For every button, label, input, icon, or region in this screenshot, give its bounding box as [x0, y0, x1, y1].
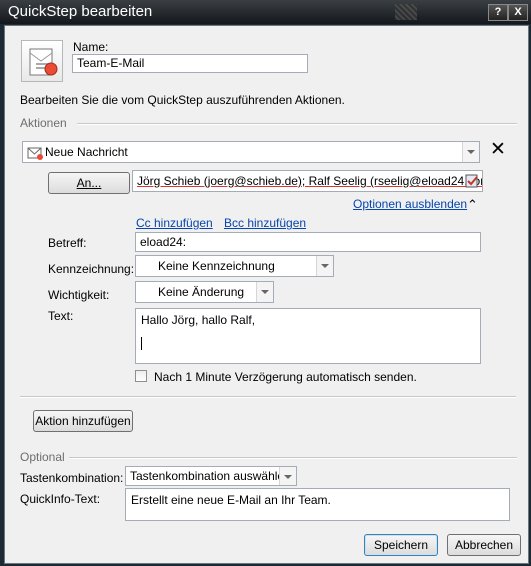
dialog-client-area: Name: Team-E-Mail Bearbeiten Sie die vom…	[4, 25, 529, 564]
new-mail-icon	[29, 48, 58, 76]
actions-bottom-separator	[20, 396, 516, 398]
titlebar-decoration	[395, 4, 417, 20]
optional-section-label: Optional	[20, 450, 65, 464]
address-book-icon[interactable]	[465, 174, 479, 188]
to-recipients-text: Jörg Schieb (joerg@schieb.de); Ralf Seel…	[137, 174, 483, 188]
subject-input[interactable]: eload24:	[135, 232, 481, 252]
help-button[interactable]: ?	[488, 4, 508, 21]
add-cc-link[interactable]: Cc hinzufügen	[136, 216, 213, 230]
dialog-window: QuickStep bearbeiten ? X Name: Team-E-Ma…	[0, 0, 531, 566]
message-text-content: Hallo Jörg, hallo Ralf,	[141, 313, 256, 327]
delay-send-label: Nach 1 Minute Verzögerung automatisch se…	[154, 370, 417, 384]
to-button-label: An...	[76, 176, 102, 190]
quickstep-icon-button[interactable]	[21, 40, 63, 82]
optional-separator	[69, 457, 517, 459]
flag-select[interactable]: Keine Kennzeichnung	[135, 255, 334, 277]
importance-select[interactable]: Keine Änderung	[135, 281, 274, 303]
subject-label: Betreff:	[48, 236, 87, 250]
text-cursor	[141, 337, 142, 350]
cancel-button[interactable]: Abbrechen	[447, 534, 521, 556]
importance-label: Wichtigkeit:	[48, 288, 110, 302]
text-label: Text:	[48, 309, 74, 323]
remove-action-icon[interactable]: ✕	[490, 138, 506, 161]
flag-value: Keine Kennzeichnung	[158, 259, 275, 273]
tooltip-label: QuickInfo-Text:	[20, 492, 101, 506]
title-bar[interactable]: QuickStep bearbeiten ? X	[0, 0, 531, 24]
shortcut-value: Tastenkombination auswählen	[130, 469, 291, 483]
chevron-down-icon[interactable]	[256, 282, 273, 302]
chevron-down-icon[interactable]	[462, 142, 479, 162]
actions-separator	[77, 123, 517, 125]
instructions-text: Bearbeiten Sie die vom QuickStep auszufü…	[20, 93, 345, 107]
close-window-button[interactable]: X	[508, 4, 528, 21]
envelope-icon	[27, 147, 43, 160]
name-label-text: Name:	[73, 40, 109, 54]
action-type-value: Neue Nachricht	[45, 145, 128, 159]
to-button[interactable]: An...	[48, 172, 130, 194]
shortcut-label: Tastenkombination:	[20, 471, 124, 485]
add-action-button[interactable]: Aktion hinzufügen	[33, 410, 133, 432]
chevron-down-icon[interactable]	[279, 467, 296, 485]
message-text-area[interactable]: Hallo Jörg, hallo Ralf,	[135, 308, 481, 364]
chevron-down-icon[interactable]	[316, 256, 333, 276]
add-bcc-link[interactable]: Bcc hinzufügen	[224, 216, 306, 230]
actions-section-label: Aktionen	[20, 116, 67, 130]
collapse-chevron-icon[interactable]: ⌃	[467, 197, 478, 213]
name-label: Name:	[73, 40, 108, 54]
delay-send-checkbox[interactable]	[135, 370, 147, 382]
to-recipients-field[interactable]: Jörg Schieb (joerg@schieb.de); Ralf Seel…	[132, 170, 483, 192]
name-input[interactable]: Team-E-Mail	[72, 54, 308, 73]
window-title: QuickStep bearbeiten	[8, 3, 153, 20]
hide-options-link[interactable]: Optionen ausblenden	[353, 197, 467, 211]
tooltip-input[interactable]: Erstellt eine neue E-Mail an Ihr Team.	[125, 488, 510, 521]
action-type-select[interactable]: Neue Nachricht	[22, 141, 480, 163]
shortcut-select[interactable]: Tastenkombination auswählen	[125, 466, 297, 486]
save-button[interactable]: Speichern	[364, 534, 438, 556]
flag-label: Kennzeichnung:	[48, 262, 135, 276]
importance-value: Keine Änderung	[158, 285, 245, 299]
